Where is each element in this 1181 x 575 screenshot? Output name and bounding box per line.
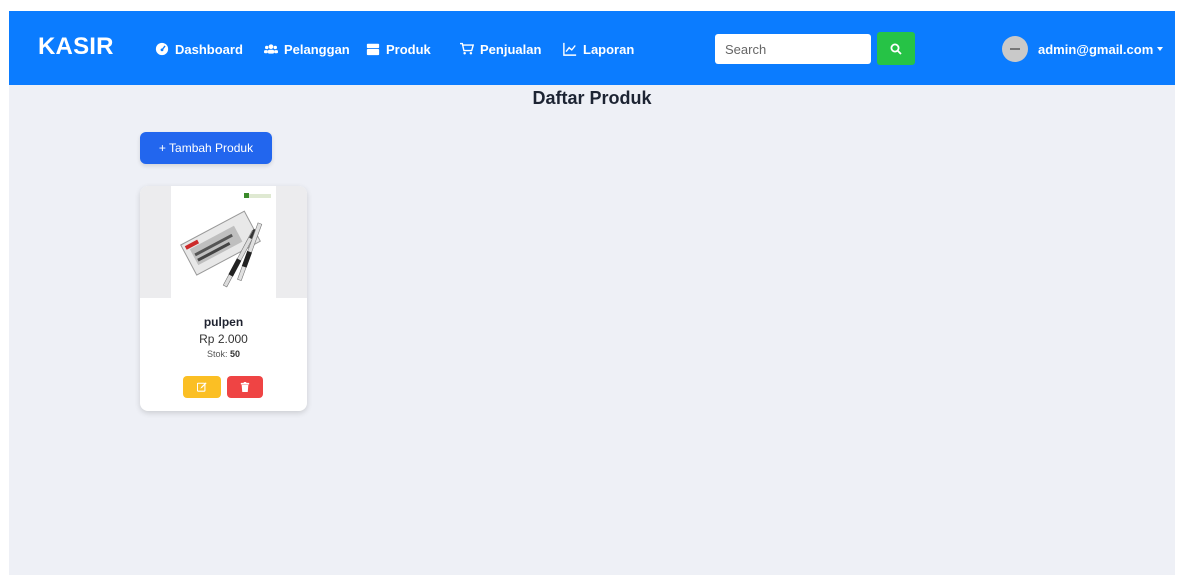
nav-label: Penjualan <box>480 41 542 57</box>
stock-value: 50 <box>230 349 241 359</box>
page-title: Daftar Produk <box>532 88 652 108</box>
nav-item-penjualan[interactable]: Penjualan <box>460 40 541 58</box>
nav-label: Produk <box>386 41 431 57</box>
box-icon <box>366 43 380 56</box>
nav-item-dashboard[interactable]: Dashboard <box>155 40 243 58</box>
nav-item-laporan[interactable]: Laporan <box>563 40 634 58</box>
nav-label: Laporan <box>583 41 635 57</box>
add-product-button[interactable]: + Tambah Produk <box>140 132 272 164</box>
caret-down-icon <box>1157 47 1164 51</box>
chart-line-icon <box>563 42 577 56</box>
users-icon <box>264 44 278 54</box>
app-frame: KASIR Dashboard Pelanggan Produk Penjual… <box>9 11 1175 575</box>
stock-label: Stok: <box>206 349 228 359</box>
tachometer-icon <box>155 42 169 56</box>
nav-item-produk[interactable]: Produk <box>366 40 431 58</box>
edit-icon <box>197 382 207 392</box>
avatar <box>1002 36 1028 62</box>
product-stock: Stok: 50 <box>140 349 307 359</box>
user-menu[interactable]: admin@gmail.com <box>1002 36 1164 62</box>
cart-icon <box>460 42 474 55</box>
product-card: pulpen Rp 2.000 Stok: 50 <box>140 186 307 411</box>
product-image <box>171 186 276 298</box>
user-email: admin@gmail.com <box>1038 41 1154 57</box>
search-icon <box>890 43 902 55</box>
search-input[interactable] <box>715 34 871 64</box>
top-navbar: KASIR Dashboard Pelanggan Produk Penjual… <box>9 11 1175 85</box>
trash-icon <box>240 382 250 392</box>
nav-item-pelanggan[interactable]: Pelanggan <box>264 40 350 58</box>
brand-logo[interactable]: KASIR <box>38 33 114 61</box>
edit-product-button[interactable] <box>183 376 221 398</box>
search-button[interactable] <box>877 32 915 65</box>
product-name: pulpen <box>203 315 244 329</box>
product-price: Rp 2.000 <box>199 332 248 346</box>
nav-label: Pelanggan <box>284 41 350 57</box>
nav-label: Dashboard <box>175 41 243 57</box>
delete-product-button[interactable] <box>227 376 263 398</box>
